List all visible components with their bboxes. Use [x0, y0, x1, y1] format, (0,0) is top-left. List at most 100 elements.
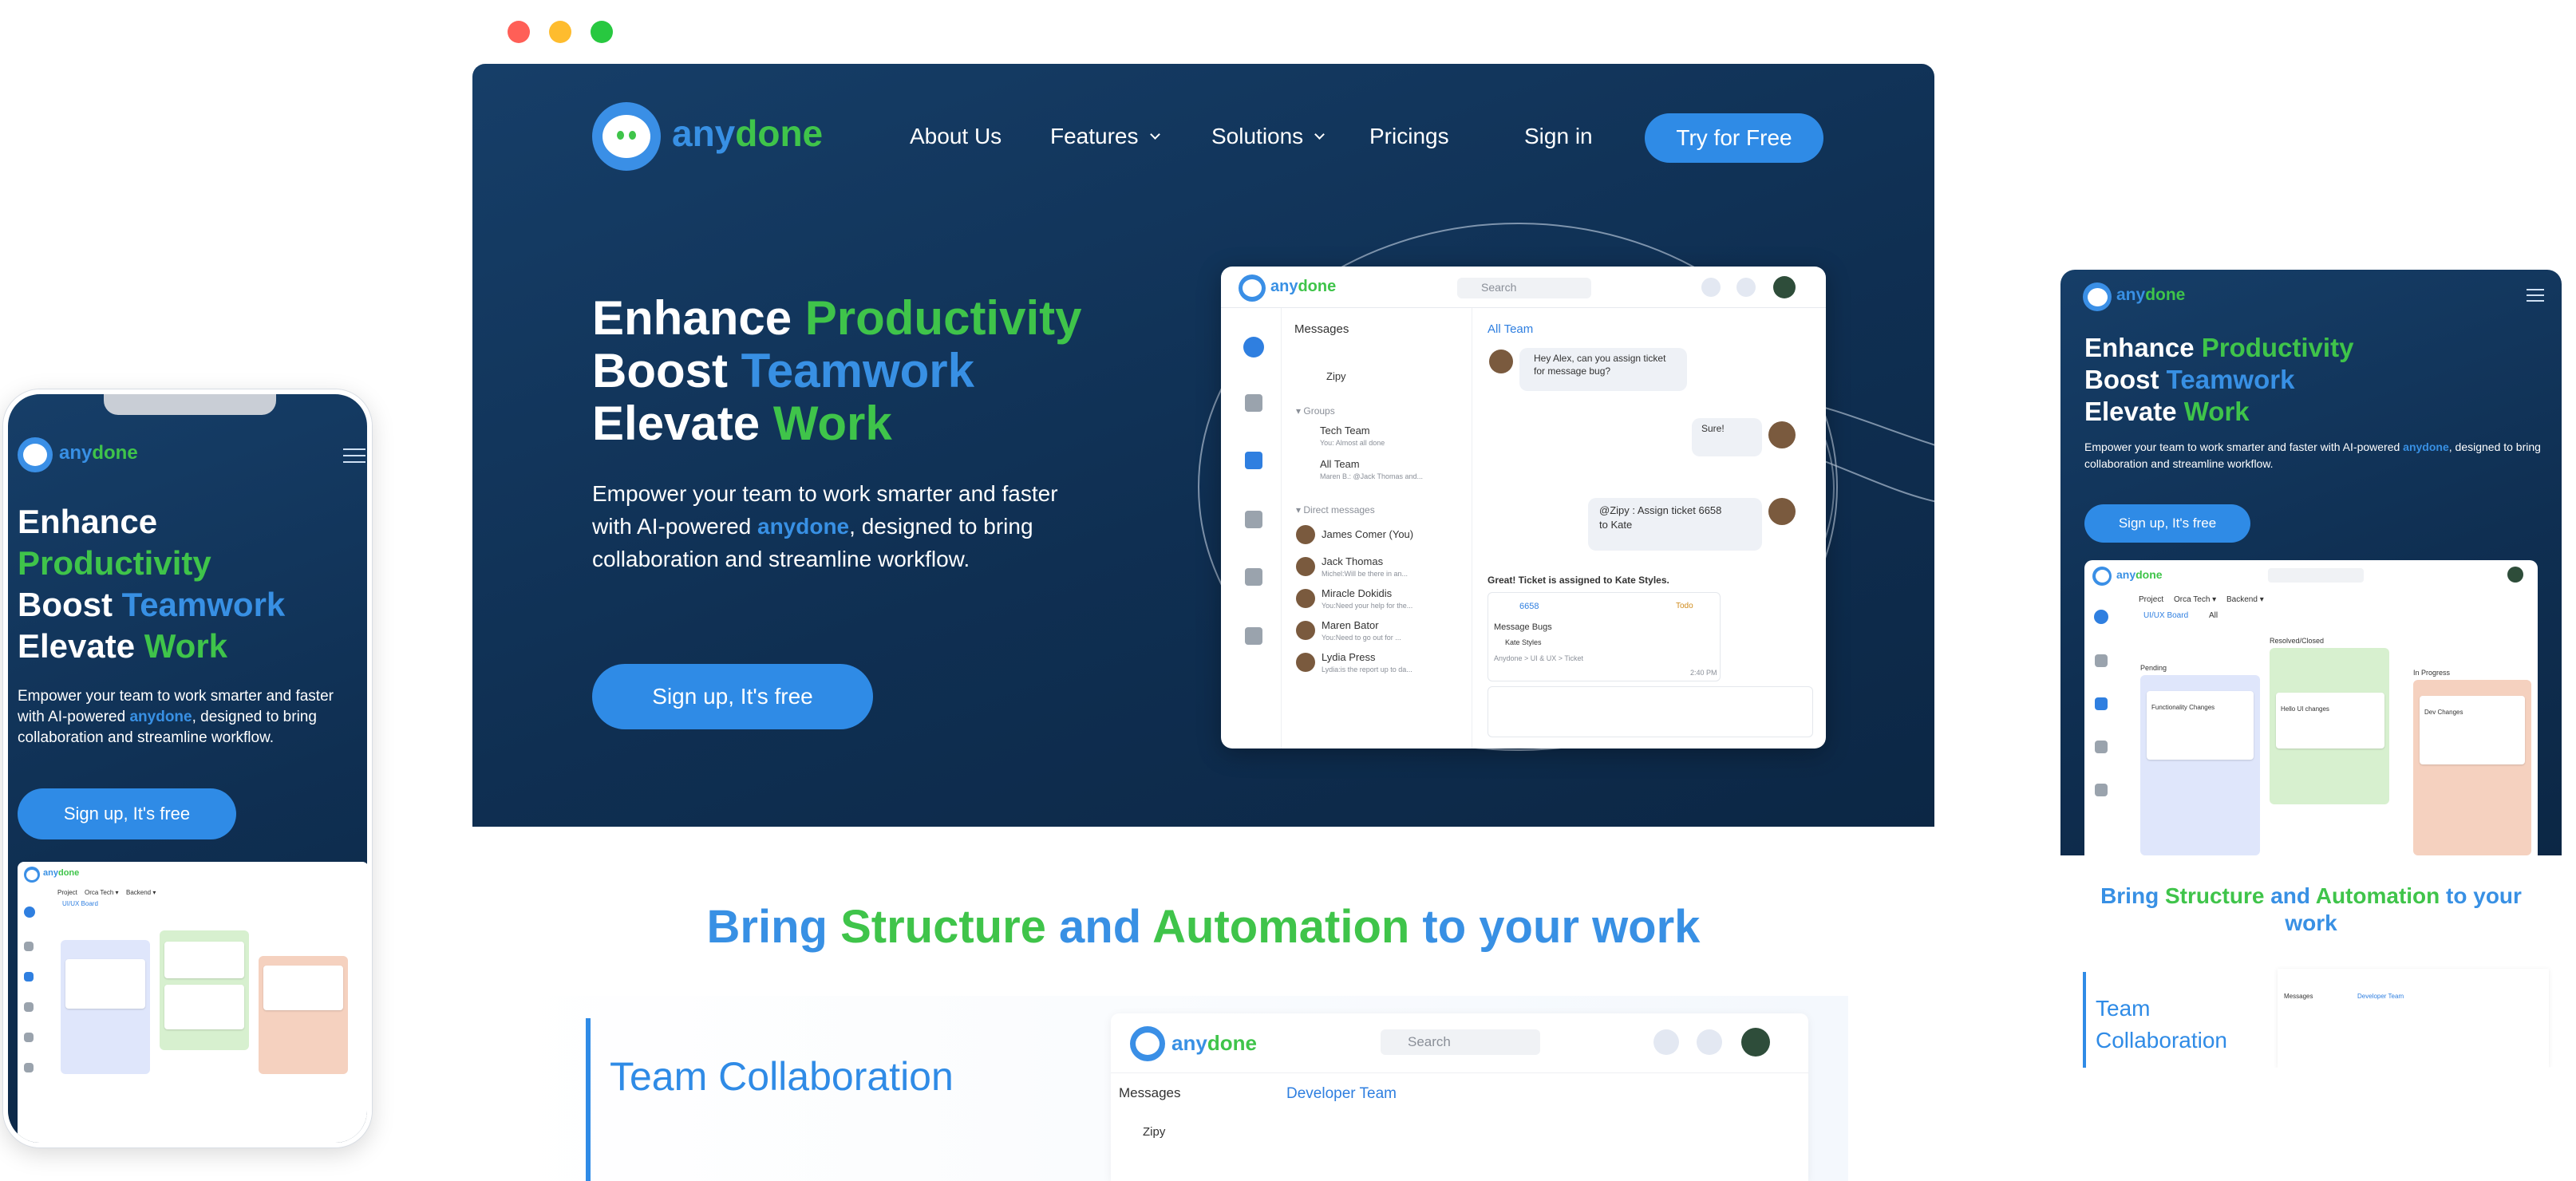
- nav-features[interactable]: Features: [1050, 124, 1160, 149]
- ticket-path: Anydone > UI & UX > Ticket: [1494, 654, 1584, 662]
- message-composer[interactable]: [1488, 686, 1813, 737]
- help-icon[interactable]: [1653, 1029, 1679, 1055]
- mock-search-input[interactable]: [1381, 1029, 1540, 1055]
- kanban-backend[interactable]: Backend ▾: [126, 889, 156, 896]
- kanban-card[interactable]: [164, 985, 244, 1029]
- search-placeholder: Search: [1481, 281, 1517, 294]
- hero-description: Empower your team to work smarter and fa…: [592, 481, 1058, 571]
- kanban-card[interactable]: [2147, 691, 2254, 760]
- mock-search-input[interactable]: [1457, 278, 1591, 298]
- user-avatar[interactable]: [1741, 1028, 1770, 1057]
- window-minimize-dot[interactable]: [549, 21, 571, 43]
- kanban-card[interactable]: [65, 959, 145, 1009]
- try-for-free-button[interactable]: Try for Free: [1645, 113, 1823, 163]
- ticket-icon[interactable]: [2095, 741, 2108, 753]
- ticket-assignee: Kate Styles: [1505, 638, 1542, 646]
- brand-logo-text[interactable]: anydone: [2116, 286, 2185, 305]
- hero-signup-button[interactable]: Sign up, It's free: [2084, 504, 2250, 543]
- dm-preview: You:Need your help for the...: [1322, 602, 1413, 610]
- compose-plus-icon[interactable]: [1243, 337, 1264, 357]
- home-icon[interactable]: [2095, 654, 2108, 667]
- calendar-icon[interactable]: [24, 1033, 34, 1042]
- dm-name[interactable]: Miracle Dokidis: [1322, 587, 1392, 599]
- kanban-card[interactable]: [164, 942, 244, 978]
- dm-name[interactable]: Maren Bator: [1322, 619, 1379, 631]
- chat-icon[interactable]: [1245, 452, 1262, 469]
- chat-icon[interactable]: [2095, 697, 2108, 710]
- all-team-tab[interactable]: All Team: [1488, 322, 1533, 336]
- ticket-icon[interactable]: [24, 1002, 34, 1012]
- home-icon[interactable]: [24, 942, 34, 951]
- dm-name[interactable]: Lydia Press: [1322, 651, 1375, 663]
- chat-text: Hey Alex, can you assign ticket: [1534, 353, 1666, 364]
- hero-headline: Enhance Productivity Boost Teamwork Elev…: [18, 503, 286, 665]
- group-name[interactable]: Tech Team: [1320, 425, 1370, 436]
- phone-notch: [104, 394, 276, 415]
- group-preview: You: Almost all done: [1320, 439, 1385, 447]
- kanban-preview: anydone Project Orca Tech ▾ Backend ▾ UI…: [2084, 560, 2538, 855]
- kanban-card[interactable]: [2420, 696, 2525, 764]
- mock-search-input[interactable]: [2268, 568, 2364, 583]
- hero-headline: Enhance Productivity Boost Teamwork Elev…: [2084, 333, 2354, 426]
- developer-team-tab[interactable]: Developer Team: [1286, 1085, 1397, 1103]
- kanban-backend[interactable]: Backend ▾: [2226, 595, 2264, 604]
- help-icon[interactable]: [1701, 278, 1721, 297]
- notifications-icon[interactable]: [1736, 278, 1756, 297]
- tablet-hero: anydone Enhance Productivity Boost Teamw…: [2060, 270, 2562, 855]
- chat-text: @Zipy : Assign ticket 6658: [1599, 504, 1722, 516]
- kanban-org[interactable]: Orca Tech ▾: [85, 889, 119, 896]
- mock-brand-text: anydone: [1171, 1031, 1257, 1055]
- chat-icon[interactable]: [24, 972, 34, 982]
- hero-signup-button[interactable]: Sign up, It's free: [18, 788, 236, 839]
- nav-solutions[interactable]: Solutions: [1211, 124, 1326, 149]
- user-avatar[interactable]: [2507, 567, 2523, 583]
- app-preview-window: anydone Search Messages Zipy ▾ Groups Te…: [1221, 267, 1826, 748]
- calendar-icon[interactable]: [1245, 568, 1262, 586]
- kanban-pending-label: Pending: [2140, 664, 2167, 672]
- nav-sign-in[interactable]: Sign in: [1524, 124, 1593, 149]
- window-close-dot[interactable]: [508, 21, 530, 43]
- calendar-icon[interactable]: [2095, 784, 2108, 796]
- hero-description: Empower your team to work smarter and fa…: [2084, 440, 2541, 470]
- chat-text: to Kate: [1599, 519, 1633, 531]
- kanban-board-tab[interactable]: UI/UX Board: [62, 900, 98, 907]
- search-placeholder: Search: [1408, 1034, 1451, 1049]
- kanban-all-tab[interactable]: All: [2209, 611, 2218, 620]
- nav-pricings[interactable]: Pricings: [1369, 124, 1449, 149]
- chevron-down-icon: [1149, 128, 1160, 140]
- brand-logo-text[interactable]: anydone: [59, 442, 138, 464]
- home-icon[interactable]: [1245, 394, 1262, 412]
- avatar: [1296, 621, 1315, 640]
- brand-logo-icon[interactable]: [592, 102, 661, 171]
- brand-logo-icon[interactable]: [18, 437, 53, 472]
- kanban-board-tab[interactable]: UI/UX Board: [2143, 611, 2188, 620]
- hero-signup-button[interactable]: Sign up, It's free: [592, 664, 873, 729]
- folder-icon[interactable]: [1245, 627, 1262, 645]
- kanban-org[interactable]: Orca Tech ▾: [2174, 595, 2216, 604]
- brand-logo-icon[interactable]: [2083, 282, 2112, 311]
- dm-name[interactable]: James Comer (You): [1322, 528, 1413, 540]
- nav-about-us[interactable]: About Us: [910, 124, 1002, 149]
- kanban-card[interactable]: [2276, 693, 2384, 748]
- section-heading: Bring Structure and Automation to your w…: [2100, 883, 2522, 935]
- notifications-icon[interactable]: [1697, 1029, 1722, 1055]
- compose-plus-icon[interactable]: [2094, 610, 2108, 624]
- brand-logo-text[interactable]: anydone: [672, 112, 823, 155]
- ticket-status: Todo: [1676, 602, 1693, 610]
- menu-icon[interactable]: [343, 448, 365, 468]
- compose-plus-icon[interactable]: [24, 906, 35, 918]
- group-name[interactable]: All Team: [1320, 458, 1360, 470]
- developer-team-tab[interactable]: Developer Team: [2357, 993, 2404, 1000]
- ticket-time: 2:40 PM: [1690, 669, 1717, 677]
- dm-preview: You:Need to go out for ...: [1322, 634, 1401, 642]
- user-avatar[interactable]: [1773, 276, 1796, 298]
- zipy-contact[interactable]: Zipy: [1143, 1125, 1165, 1139]
- ticket-title: Message Bugs: [1494, 622, 1552, 632]
- window-maximize-dot[interactable]: [591, 21, 613, 43]
- folder-icon[interactable]: [24, 1063, 34, 1072]
- zipy-contact[interactable]: Zipy: [1326, 370, 1346, 382]
- kanban-card[interactable]: [263, 966, 343, 1010]
- dm-name[interactable]: Jack Thomas: [1322, 555, 1383, 567]
- ticket-icon[interactable]: [1245, 511, 1262, 528]
- menu-icon[interactable]: [2527, 289, 2544, 306]
